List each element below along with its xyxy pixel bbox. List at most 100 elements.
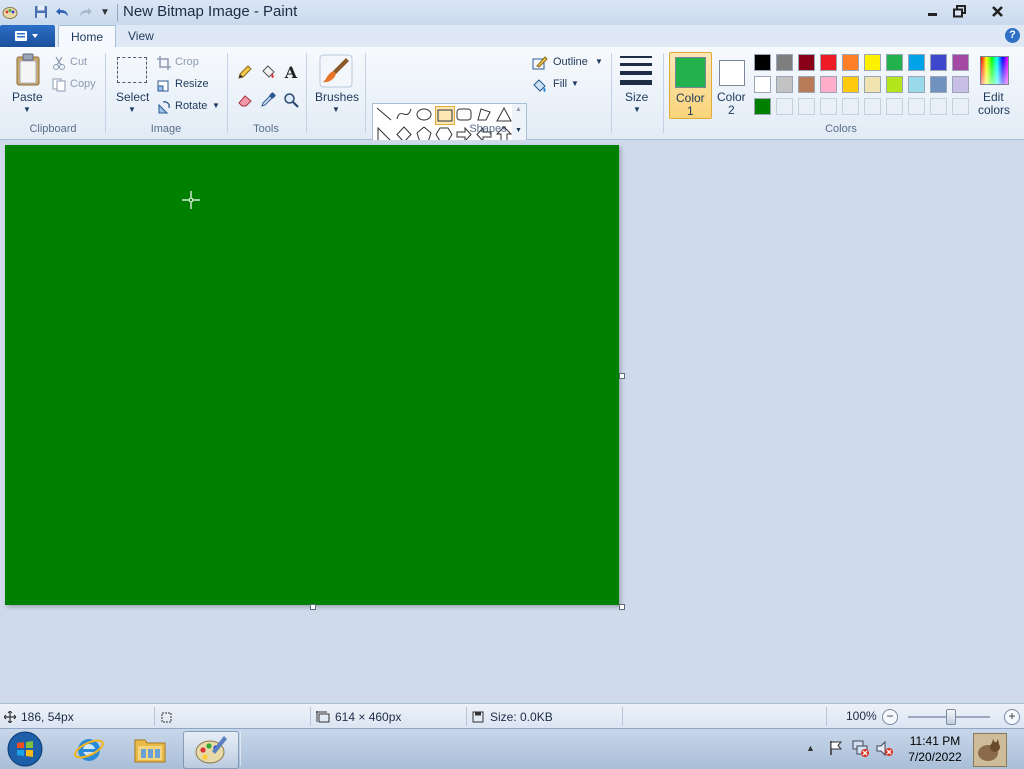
palette-swatch[interactable] (798, 54, 815, 71)
volume-muted-icon[interactable] (876, 740, 894, 760)
resize-handle-bottom[interactable] (310, 604, 316, 610)
palette-swatch[interactable] (842, 76, 859, 93)
tab-view[interactable]: View (116, 25, 166, 47)
color2-swatch (719, 60, 745, 86)
palette-swatch[interactable] (798, 76, 815, 93)
palette-swatch[interactable] (886, 76, 903, 93)
palette-swatch[interactable] (908, 76, 925, 93)
cut-button[interactable]: Cut (52, 54, 100, 72)
palette-swatch[interactable] (886, 54, 903, 71)
chevron-down-icon: ▼ (23, 105, 31, 114)
network-icon[interactable] (852, 739, 870, 760)
drawing-canvas[interactable] (5, 145, 619, 605)
quick-access-customize-icon[interactable]: ▼ (96, 3, 114, 21)
close-button[interactable] (980, 0, 1014, 22)
cut-label: Cut (70, 56, 88, 68)
separator (663, 53, 664, 133)
palette-custom-slot[interactable] (930, 98, 947, 115)
show-hidden-icons-button[interactable]: ▲ (806, 743, 815, 753)
magnifier-icon (284, 93, 299, 108)
polygon-shape-icon[interactable] (475, 106, 493, 123)
rectangle-shape-icon[interactable] (435, 106, 455, 125)
palette-swatch[interactable] (952, 54, 969, 71)
palette-custom-slot[interactable] (908, 98, 925, 115)
taskbar-paint[interactable] (183, 731, 239, 769)
fill-tool[interactable] (256, 61, 280, 83)
triangle-shape-icon[interactable] (495, 106, 513, 123)
crop-button[interactable]: Crop (157, 54, 207, 72)
restore-button[interactable] (942, 0, 976, 22)
clock-time[interactable]: 11:41 PM (905, 734, 965, 748)
palette-custom-slot[interactable] (886, 98, 903, 115)
resize-button[interactable]: Resize (157, 76, 213, 94)
status-bar: 186, 54px 614 × 460px Size: 0.0KB 100% −… (0, 703, 1024, 729)
palette-swatch[interactable] (930, 54, 947, 71)
palette-custom-slot[interactable] (864, 98, 881, 115)
zoom-out-button[interactable]: − (882, 709, 898, 725)
line-shape-icon[interactable] (375, 106, 393, 123)
color2-button[interactable]: Color 2 (714, 52, 750, 117)
palette-swatch[interactable] (776, 76, 793, 93)
palette-swatch[interactable] (754, 54, 771, 71)
palette-swatch[interactable] (754, 76, 771, 93)
taskbar-file-explorer[interactable] (123, 731, 177, 767)
paste-button[interactable]: Paste ▼ (8, 53, 46, 117)
resize-handle-corner[interactable] (619, 604, 625, 610)
zoom-slider-thumb[interactable] (946, 709, 956, 725)
brush-icon (319, 54, 353, 88)
resize-handle-right[interactable] (619, 373, 625, 379)
palette-custom-slot[interactable] (952, 98, 969, 115)
outline-button[interactable]: Outline ▼ (532, 54, 606, 72)
palette-swatch[interactable] (842, 54, 859, 71)
chevron-down-icon: ▼ (332, 105, 340, 114)
undo-icon[interactable] (54, 3, 72, 21)
palette-swatch[interactable] (776, 54, 793, 71)
palette-custom-slot[interactable] (798, 98, 815, 115)
text-tool[interactable]: A (279, 61, 303, 83)
help-icon[interactable]: ? (1005, 28, 1020, 43)
palette-swatch[interactable] (820, 54, 837, 71)
edit-colors-button[interactable]: Edit colors (976, 52, 1012, 117)
palette-swatch[interactable] (908, 54, 925, 71)
start-button[interactable] (4, 730, 46, 768)
pencil-icon (238, 65, 252, 79)
rotate-button[interactable]: Rotate ▼ (157, 98, 221, 116)
palette-custom-slot[interactable] (776, 98, 793, 115)
palette-custom-slot[interactable] (842, 98, 859, 115)
paint-menu-button[interactable] (0, 25, 55, 47)
palette-swatch[interactable] (952, 76, 969, 93)
save-icon[interactable] (32, 3, 50, 21)
copy-button[interactable]: Copy (52, 76, 102, 94)
scroll-up-icon[interactable]: ▲ (515, 106, 522, 113)
brushes-button[interactable]: Brushes ▼ (312, 53, 360, 117)
palette-swatch[interactable] (864, 76, 881, 93)
palette-swatch[interactable] (754, 98, 771, 115)
action-center-flag-icon[interactable] (828, 740, 844, 759)
select-button[interactable]: Select ▼ (113, 53, 151, 117)
curve-shape-icon[interactable] (395, 106, 413, 123)
zoom-in-button[interactable]: + (1004, 709, 1020, 725)
fill-button[interactable]: Fill ▼ (532, 76, 582, 94)
pencil-tool[interactable] (233, 61, 257, 83)
palette-custom-slot[interactable] (820, 98, 837, 115)
eraser-tool[interactable] (233, 89, 257, 111)
rounded-rectangle-shape-icon[interactable] (455, 106, 473, 123)
palette-swatch[interactable] (930, 76, 947, 93)
color-picker-tool[interactable] (256, 89, 280, 111)
magnifier-tool[interactable] (279, 89, 303, 111)
color1-swatch (675, 57, 706, 88)
palette-swatch[interactable] (820, 76, 837, 93)
image-size-icon (316, 710, 330, 722)
selection-size (160, 707, 311, 726)
taskbar-internet-explorer[interactable] (62, 731, 116, 767)
size-button[interactable]: Size ▼ (617, 53, 657, 117)
color1-button[interactable]: Color 1 (669, 52, 712, 119)
redo-icon[interactable] (76, 3, 94, 21)
clock-date[interactable]: 7/20/2022 (905, 750, 965, 764)
oval-shape-icon[interactable] (415, 106, 433, 123)
paint-app-icon[interactable] (1, 3, 19, 21)
separator (240, 732, 241, 766)
show-desktop-thumbnail[interactable] (973, 733, 1007, 767)
tab-home[interactable]: Home (58, 25, 117, 49)
palette-swatch[interactable] (864, 54, 881, 71)
